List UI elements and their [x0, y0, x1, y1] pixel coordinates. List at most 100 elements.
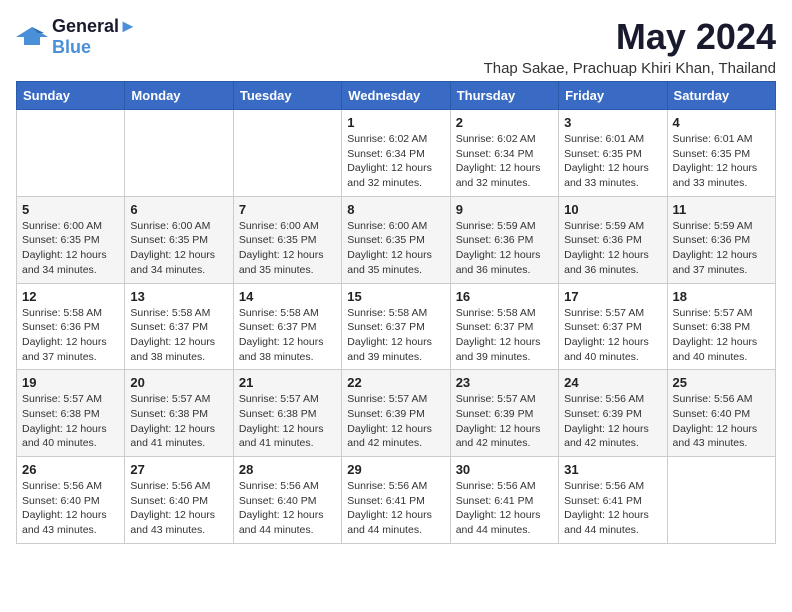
day-number: 18 [673, 289, 770, 304]
day-info: Sunrise: 5:58 AMSunset: 6:37 PMDaylight:… [456, 306, 553, 365]
day-number: 1 [347, 115, 444, 130]
calendar-week-2: 5Sunrise: 6:00 AMSunset: 6:35 PMDaylight… [17, 196, 776, 283]
calendar-cell [233, 110, 341, 197]
day-info: Sunrise: 6:00 AMSunset: 6:35 PMDaylight:… [347, 219, 444, 278]
day-number: 25 [673, 375, 770, 390]
calendar-cell: 19Sunrise: 5:57 AMSunset: 6:38 PMDayligh… [17, 370, 125, 457]
day-info: Sunrise: 6:02 AMSunset: 6:34 PMDaylight:… [347, 132, 444, 191]
day-number: 22 [347, 375, 444, 390]
day-number: 12 [22, 289, 119, 304]
location-title: Thap Sakae, Prachuap Khiri Khan, Thailan… [484, 60, 776, 77]
month-title: May 2024 [484, 16, 776, 58]
calendar-cell: 27 Sunrise: 5:56 AMSunset: 6:40 PMDayligh… [125, 457, 233, 544]
day-info: Sunrise: 6:00 AMSunset: 6:35 PMDaylight:… [239, 219, 336, 278]
day-number: 13 [130, 289, 227, 304]
day-number: 10 [564, 202, 661, 217]
day-info: Sunrise: 5:56 AMSunset: 6:40 PMDaylight:… [239, 479, 336, 538]
day-number: 20 [130, 375, 227, 390]
day-info: Sunrise: 6:00 AMSunset: 6:35 PMDaylight:… [130, 219, 227, 278]
calendar: SundayMondayTuesdayWednesdayThursdayFrid… [16, 81, 776, 544]
logo-icon [16, 23, 48, 51]
day-number: 31 [564, 462, 661, 477]
day-number: 9 [456, 202, 553, 217]
day-number: 23 [456, 375, 553, 390]
calendar-cell [667, 457, 775, 544]
day-number: 24 [564, 375, 661, 390]
day-number: 30 [456, 462, 553, 477]
day-number: 26 [22, 462, 119, 477]
day-number: 17 [564, 289, 661, 304]
title-block: May 2024 Thap Sakae, Prachuap Khiri Khan… [484, 16, 776, 77]
day-info: Sunrise: 5:57 AMSunset: 6:39 PMDaylight:… [456, 392, 553, 451]
day-info: Sunrise: 5:56 AMSunset: 6:40 PMDaylight:… [673, 392, 770, 451]
day-info: Sunrise: 5:59 AMSunset: 6:36 PMDaylight:… [673, 219, 770, 278]
day-info: Sunrise: 5:58 AMSunset: 6:36 PMDaylight:… [22, 306, 119, 365]
calendar-cell: 30 Sunrise: 5:56 AMSunset: 6:41 PMDayligh… [450, 457, 558, 544]
day-info: Sunrise: 5:57 AMSunset: 6:37 PMDaylight:… [564, 306, 661, 365]
day-info: Sunrise: 5:56 AMSunset: 6:40 PMDaylight:… [130, 479, 227, 538]
day-info: Sunrise: 6:02 AMSunset: 6:34 PMDaylight:… [456, 132, 553, 191]
weekday-header-thursday: Thursday [450, 82, 558, 110]
calendar-cell: 7 Sunrise: 6:00 AMSunset: 6:35 PMDaylight… [233, 196, 341, 283]
calendar-cell: 2 Sunrise: 6:02 AMSunset: 6:34 PMDaylight… [450, 110, 558, 197]
weekday-header-friday: Friday [559, 82, 667, 110]
calendar-cell: 11 Sunrise: 5:59 AMSunset: 6:36 PMDayligh… [667, 196, 775, 283]
weekday-header-row: SundayMondayTuesdayWednesdayThursdayFrid… [17, 82, 776, 110]
calendar-cell: 8 Sunrise: 6:00 AMSunset: 6:35 PMDaylight… [342, 196, 450, 283]
calendar-cell: 6 Sunrise: 6:00 AMSunset: 6:35 PMDaylight… [125, 196, 233, 283]
calendar-week-3: 12 Sunrise: 5:58 AMSunset: 6:36 PMDayligh… [17, 283, 776, 370]
weekday-header-wednesday: Wednesday [342, 82, 450, 110]
calendar-cell: 21 Sunrise: 5:57 AMSunset: 6:38 PMDayligh… [233, 370, 341, 457]
calendar-cell: 31 Sunrise: 5:56 AMSunset: 6:41 PMDayligh… [559, 457, 667, 544]
day-info: Sunrise: 5:59 AMSunset: 6:36 PMDaylight:… [456, 219, 553, 278]
calendar-cell: 22 Sunrise: 5:57 AMSunset: 6:39 PMDayligh… [342, 370, 450, 457]
day-info: Sunrise: 5:56 AMSunset: 6:41 PMDaylight:… [456, 479, 553, 538]
calendar-cell: 14 Sunrise: 5:58 AMSunset: 6:37 PMDayligh… [233, 283, 341, 370]
calendar-cell: 15 Sunrise: 5:58 AMSunset: 6:37 PMDayligh… [342, 283, 450, 370]
calendar-week-1: 1 Sunrise: 6:02 AMSunset: 6:34 PMDaylight… [17, 110, 776, 197]
day-number: 21 [239, 375, 336, 390]
calendar-week-5: 26 Sunrise: 5:56 AMSunset: 6:40 PMDayligh… [17, 457, 776, 544]
day-number: 7 [239, 202, 336, 217]
calendar-cell: 17 Sunrise: 5:57 AMSunset: 6:37 PMDayligh… [559, 283, 667, 370]
day-number: 6 [130, 202, 227, 217]
calendar-week-4: 19 Sunrise: 5:57 AMSunset: 6:38 PMDayligh… [17, 370, 776, 457]
calendar-cell [125, 110, 233, 197]
day-info: Sunrise: 5:58 AMSunset: 6:37 PMDaylight:… [347, 306, 444, 365]
day-number: 15 [347, 289, 444, 304]
day-number: 19 [22, 375, 119, 390]
weekday-header-saturday: Saturday [667, 82, 775, 110]
day-info: Sunrise: 5:57 AMSunset: 6:38 PMDaylight:… [239, 392, 336, 451]
day-number: 8 [347, 202, 444, 217]
calendar-cell: 16 Sunrise: 5:58 AMSunset: 6:37 PMDayligh… [450, 283, 558, 370]
day-number: 16 [456, 289, 553, 304]
calendar-cell: 3 Sunrise: 6:01 AMSunset: 6:35 PMDaylight… [559, 110, 667, 197]
day-number: 3 [564, 115, 661, 130]
day-number: 11 [673, 202, 770, 217]
calendar-cell: 5Sunrise: 6:00 AMSunset: 6:35 PMDaylight… [17, 196, 125, 283]
calendar-cell: 24 Sunrise: 5:56 AMSunset: 6:39 PMDayligh… [559, 370, 667, 457]
calendar-cell [17, 110, 125, 197]
day-info: Sunrise: 5:57 AMSunset: 6:38 PMDaylight:… [673, 306, 770, 365]
day-info: Sunrise: 6:01 AMSunset: 6:35 PMDaylight:… [564, 132, 661, 191]
day-info: Sunrise: 5:56 AMSunset: 6:39 PMDaylight:… [564, 392, 661, 451]
page-header: General► Blue May 2024 Thap Sakae, Prach… [16, 16, 776, 77]
day-info: Sunrise: 5:58 AMSunset: 6:37 PMDaylight:… [239, 306, 336, 365]
day-info: Sunrise: 6:00 AMSunset: 6:35 PMDaylight:… [22, 219, 119, 278]
calendar-cell: 9 Sunrise: 5:59 AMSunset: 6:36 PMDaylight… [450, 196, 558, 283]
day-info: Sunrise: 5:57 AMSunset: 6:39 PMDaylight:… [347, 392, 444, 451]
day-number: 27 [130, 462, 227, 477]
calendar-cell: 12 Sunrise: 5:58 AMSunset: 6:36 PMDayligh… [17, 283, 125, 370]
day-number: 4 [673, 115, 770, 130]
day-info: Sunrise: 5:59 AMSunset: 6:36 PMDaylight:… [564, 219, 661, 278]
calendar-cell: 10 Sunrise: 5:59 AMSunset: 6:36 PMDayligh… [559, 196, 667, 283]
day-number: 28 [239, 462, 336, 477]
day-info: Sunrise: 5:57 AMSunset: 6:38 PMDaylight:… [130, 392, 227, 451]
day-number: 2 [456, 115, 553, 130]
day-number: 14 [239, 289, 336, 304]
weekday-header-tuesday: Tuesday [233, 82, 341, 110]
weekday-header-sunday: Sunday [17, 82, 125, 110]
day-info: Sunrise: 5:56 AMSunset: 6:41 PMDaylight:… [564, 479, 661, 538]
calendar-cell: 20 Sunrise: 5:57 AMSunset: 6:38 PMDayligh… [125, 370, 233, 457]
calendar-cell: 26Sunrise: 5:56 AMSunset: 6:40 PMDayligh… [17, 457, 125, 544]
